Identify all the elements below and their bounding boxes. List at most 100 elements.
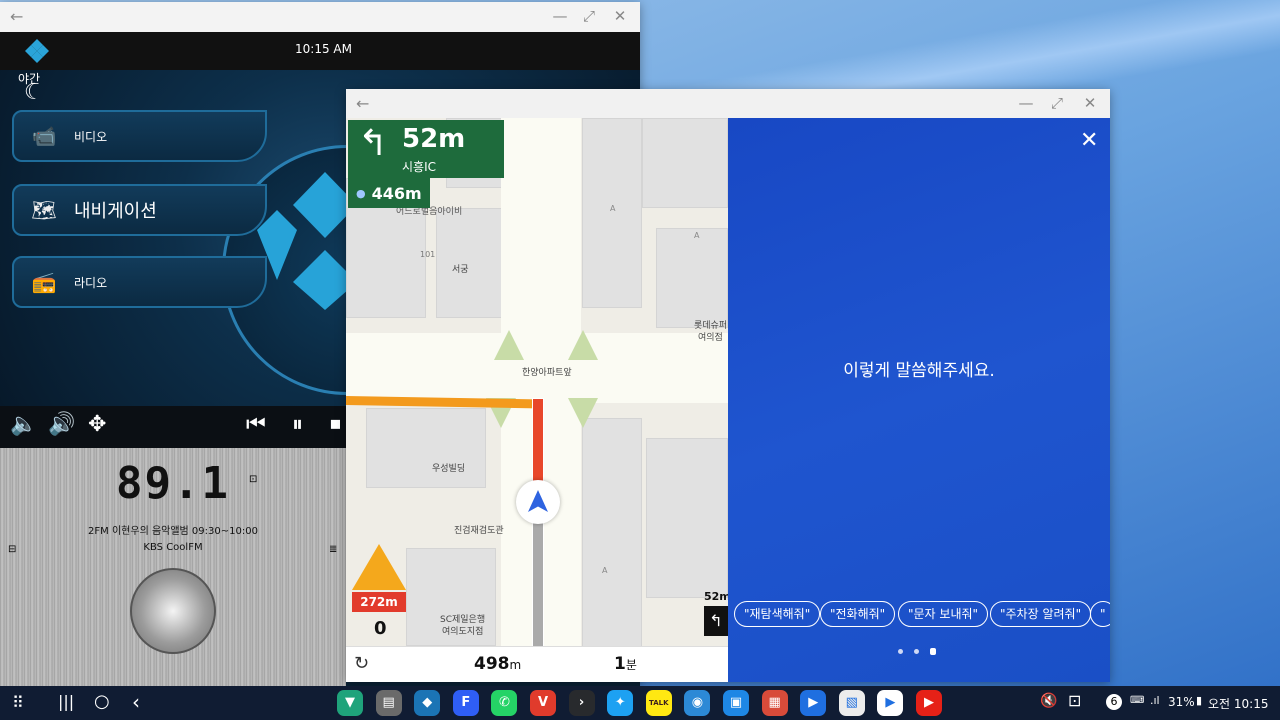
voice-assistant-panel: ✕ 이렇게 말씀해주세요. "재탐색해줘" "전화해줘" "문자 보내줘" "주… [728, 118, 1110, 682]
notification-count[interactable]: 6 [1106, 694, 1122, 710]
plex-app-icon[interactable]: › [568, 690, 595, 716]
maximize-icon[interactable]: ⤢ [1046, 94, 1068, 112]
mini-turn-distance: 52m [704, 590, 728, 603]
building [642, 118, 728, 208]
next-distance: 446m [371, 183, 422, 203]
map-label: A [602, 566, 608, 575]
map-label: 101 [420, 250, 436, 259]
map-view[interactable]: 어드로벌음아이비 101 서궁 롯데슈퍼 여의점 한양아파트앞 우성빌딩 진검재… [346, 118, 728, 646]
keyboard-icon: ⌨ [1130, 695, 1145, 706]
building [582, 418, 642, 646]
vivaldi-app-icon[interactable]: V [530, 690, 556, 716]
store-app-icon[interactable]: ▦ [761, 690, 788, 716]
voice-chip[interactable]: "주차장 알려줘" [990, 601, 1092, 627]
close-icon[interactable]: ✕ [609, 7, 631, 25]
turn-left-icon: ↰ [358, 123, 389, 164]
whatsapp-app-icon[interactable]: ✆ [491, 690, 518, 716]
gallery-app-icon[interactable]: ▧ [838, 690, 865, 716]
navi-app-icon[interactable]: ▼ [337, 690, 363, 716]
map-label: 여의도지점 [442, 627, 484, 637]
voice-chip[interactable]: "재탐색해줘" [734, 601, 821, 627]
screenshot-icon[interactable]: ⊡ [1068, 691, 1081, 710]
page-indicator [898, 648, 940, 656]
kodi-app-icon[interactable]: ◆ [414, 690, 441, 716]
globe-app-icon[interactable]: ◉ [684, 690, 711, 716]
bird-app-icon[interactable]: ✦ [607, 690, 634, 716]
list-left-icon[interactable]: ⊟ [8, 544, 16, 555]
navigation-window: ← — ⤢ ✕ 어드로벌음아이비 101 서궁 롯데슈퍼 여의점 한양아파트앞 … [346, 89, 1110, 682]
kodi-logo-icon[interactable] [24, 38, 50, 64]
radio-frequency: 89.1 [116, 458, 230, 509]
close-icon[interactable]: ✕ [1079, 94, 1101, 112]
clock[interactable]: 오전 10:15 [1208, 695, 1268, 712]
radio-app-icon[interactable]: ▤ [375, 690, 402, 716]
nav-titlebar: ← — ⤢ ✕ [346, 89, 1110, 118]
volume-up-icon[interactable]: 🔊 [48, 412, 75, 437]
taskbar: ⠿ ||| ○ ‹ ▼ ▤ ◆ F ✆ V › ✦ TALK ◉ ▣ ▦ ▶ ▧ ▶ ▶ 🔇 ⊡ 6 ⌨ .ı… [0, 686, 1280, 720]
map-label: 여의점 [698, 333, 723, 343]
map-label: 진검재검도관 [454, 526, 504, 536]
close-icon[interactable]: ✕ [1080, 128, 1098, 153]
current-speed: 0 [374, 618, 387, 639]
map-label: 한양아파트앞 [522, 368, 572, 378]
refresh-icon[interactable]: ↻ [354, 653, 369, 674]
battery-level: 31% [1168, 695, 1195, 709]
volume-knob[interactable] [130, 568, 216, 654]
list-right-icon[interactable]: ≣ [329, 544, 337, 555]
remaining-distance-unit: m [509, 658, 522, 672]
home-icon[interactable]: ○ [94, 691, 110, 712]
back-icon[interactable]: ‹ [132, 690, 140, 714]
f-app-app-icon[interactable]: F [452, 690, 479, 716]
menu-item-label: 라디오 [74, 275, 108, 290]
kodi-header: 10:15 AM [0, 32, 640, 70]
mute-icon[interactable]: 🔇 [1040, 693, 1057, 709]
menu-item-radio[interactable]: 📻 라디오 [12, 256, 267, 308]
minimize-icon[interactable]: — [1015, 94, 1037, 112]
radio-menu-icon[interactable]: ⊡ [249, 474, 257, 485]
turn-road-name: 시흥IC [402, 160, 436, 174]
vmx-app-icon[interactable]: ▣ [723, 690, 749, 716]
battery-icon: ▮ [1196, 694, 1203, 707]
map-label: 서궁 [452, 265, 469, 275]
fullscreen-icon[interactable]: ✥ [88, 412, 106, 437]
voice-chip[interactable]: " [1090, 601, 1110, 627]
kodi-clock: 10:15 AM [295, 42, 352, 56]
route-line-gray [532, 508, 544, 646]
turn-distance: 52m [402, 124, 466, 154]
menu-item-label: 비디오 [74, 129, 108, 144]
video-camera-icon: 📹 [31, 124, 57, 148]
current-location-icon [516, 480, 560, 524]
route-summary-bar: ↻ 498m 1분 [346, 646, 728, 682]
route-line-orange [346, 396, 537, 409]
maximize-icon[interactable]: ⤢ [578, 7, 600, 25]
recents-icon[interactable]: ||| [58, 692, 74, 711]
moon-icon: ☾ [24, 80, 44, 105]
menu-item-video[interactable]: 📹 비디오 [12, 110, 267, 162]
camera-distance: 272m [352, 592, 406, 612]
stop-icon[interactable]: ⏹ [330, 412, 341, 437]
kakaotalk-app-icon[interactable]: TALK [645, 690, 672, 716]
remaining-distance-value: 498 [474, 654, 510, 674]
play-video-app-icon[interactable]: ▶ [800, 690, 827, 716]
minimize-icon[interactable]: — [549, 7, 571, 25]
building [656, 228, 728, 328]
remaining-time: 1분 [614, 654, 637, 674]
pause-icon[interactable]: ⏸ [292, 412, 303, 437]
radio-program: 2FM 이현우의 음악앨범 09:30~10:00 [88, 526, 258, 537]
menu-item-label: 내비게이션 [74, 201, 157, 222]
previous-icon[interactable]: ⏮ [246, 412, 266, 437]
turn-instruction-panel[interactable]: ↰ 52m 시흥IC [348, 120, 504, 178]
app-drawer-icon[interactable]: ⠿ [12, 693, 24, 712]
play-store-app-icon[interactable]: ▶ [877, 690, 904, 716]
back-arrow-icon[interactable]: ← [356, 94, 369, 113]
remaining-time-unit: 분 [625, 658, 637, 672]
radio-station: KBS CoolFM [143, 542, 203, 553]
voice-prompt: 이렇게 말씀해주세요. [843, 361, 995, 381]
back-arrow-icon[interactable]: ← [10, 7, 23, 26]
map-icon: 🗺 [31, 198, 57, 222]
menu-item-navigation[interactable]: 🗺 내비게이션 [12, 184, 267, 236]
youtube-music-app-icon[interactable]: ▶ [916, 690, 942, 716]
voice-chip[interactable]: "문자 보내줘" [898, 601, 989, 627]
voice-chip[interactable]: "전화해줘" [820, 601, 896, 627]
volume-down-icon[interactable]: 🔈 [10, 412, 37, 437]
